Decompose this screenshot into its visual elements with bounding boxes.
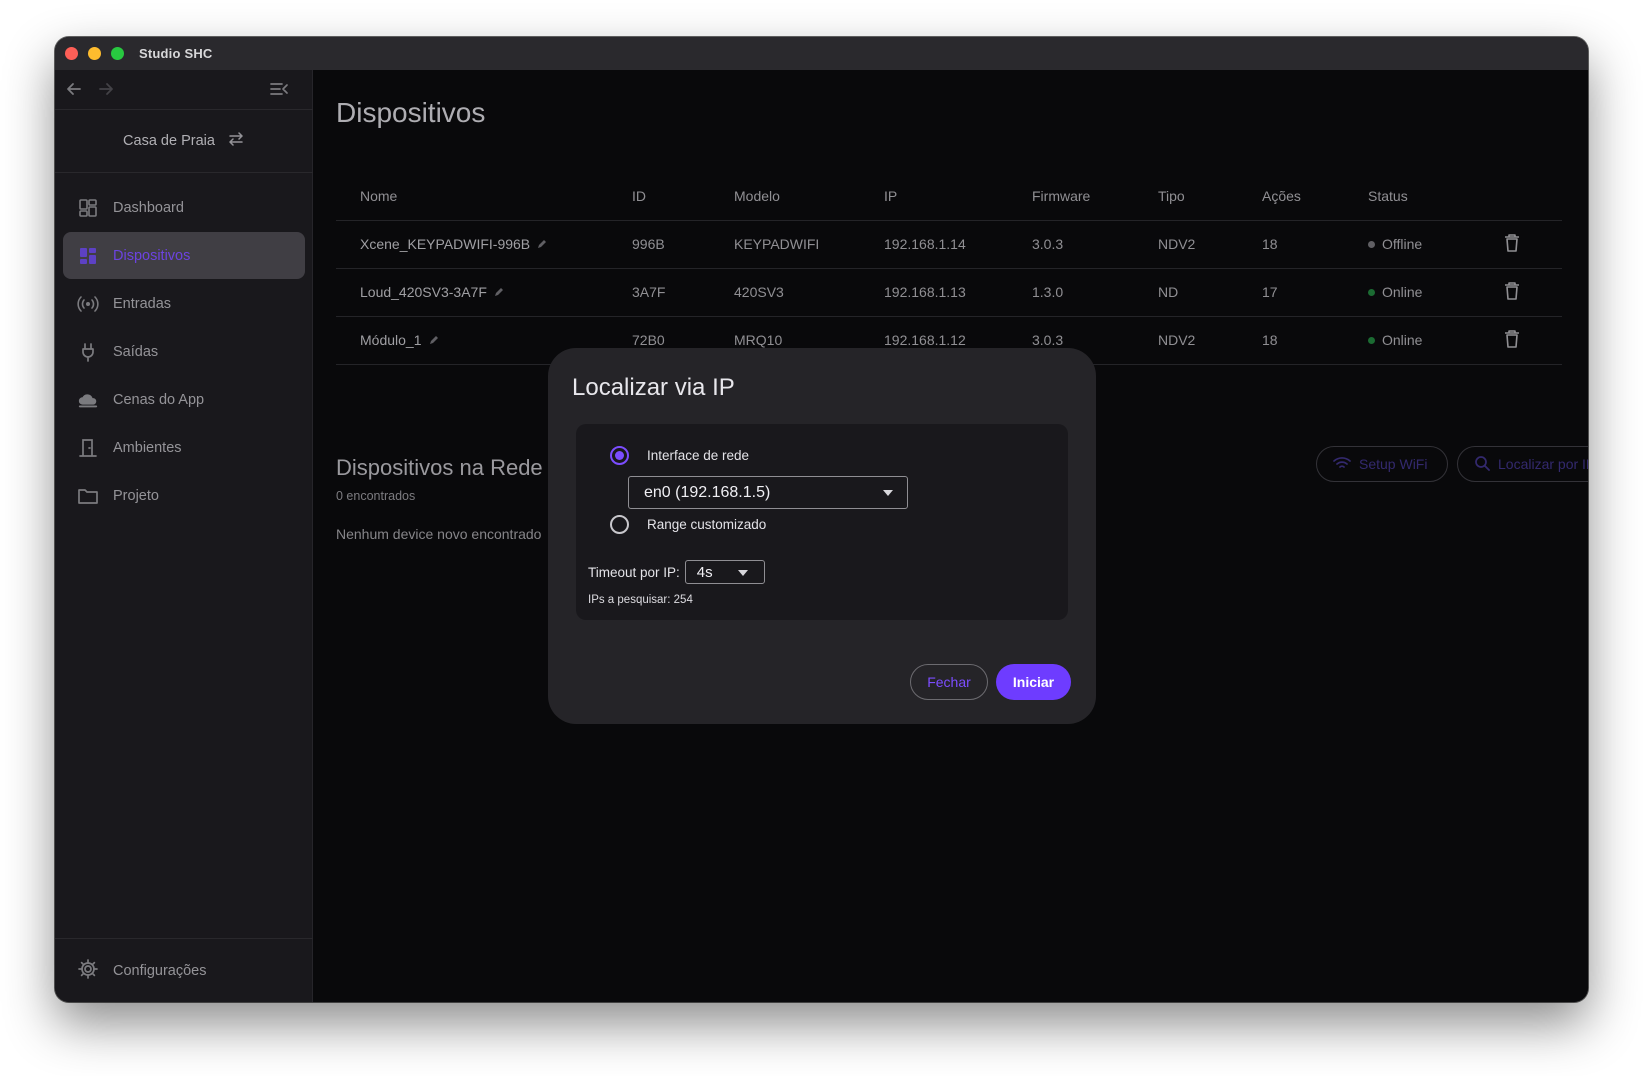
dialog-options-panel: Interface de rede en0 (192.168.1.5) Rang… xyxy=(576,424,1068,620)
interface-radio[interactable] xyxy=(610,446,629,465)
window-title: Studio SHC xyxy=(139,46,213,61)
timeout-label: Timeout por IP: xyxy=(588,564,680,580)
dialog-title: Localizar via IP xyxy=(572,374,735,401)
timeout-row: Timeout por IP: 4s xyxy=(588,560,765,584)
title-bar: Studio SHC xyxy=(55,37,1588,70)
timeout-value: 4s xyxy=(696,563,713,581)
chevron-down-icon xyxy=(883,490,893,496)
interface-option[interactable]: Interface de rede xyxy=(610,446,749,465)
chevron-down-icon xyxy=(737,570,748,576)
ips-count: IPs a pesquisar: 254 xyxy=(588,594,693,606)
close-window-button[interactable] xyxy=(65,47,78,60)
start-button[interactable]: Iniciar xyxy=(996,664,1071,700)
locate-ip-dialog: Localizar via IP Interface de rede en0 (… xyxy=(548,348,1096,724)
minimize-window-button[interactable] xyxy=(88,47,101,60)
close-button[interactable]: Fechar xyxy=(910,664,988,700)
interface-select[interactable]: en0 (192.168.1.5) xyxy=(628,476,908,509)
range-radio[interactable] xyxy=(610,515,629,534)
range-option[interactable]: Range customizado xyxy=(610,515,766,534)
maximize-window-button[interactable] xyxy=(111,47,124,60)
range-label: Range customizado xyxy=(647,517,767,532)
timeout-select[interactable]: 4s xyxy=(684,560,765,584)
interface-label: Interface de rede xyxy=(647,448,750,463)
interface-value: en0 (192.168.1.5) xyxy=(644,483,771,501)
